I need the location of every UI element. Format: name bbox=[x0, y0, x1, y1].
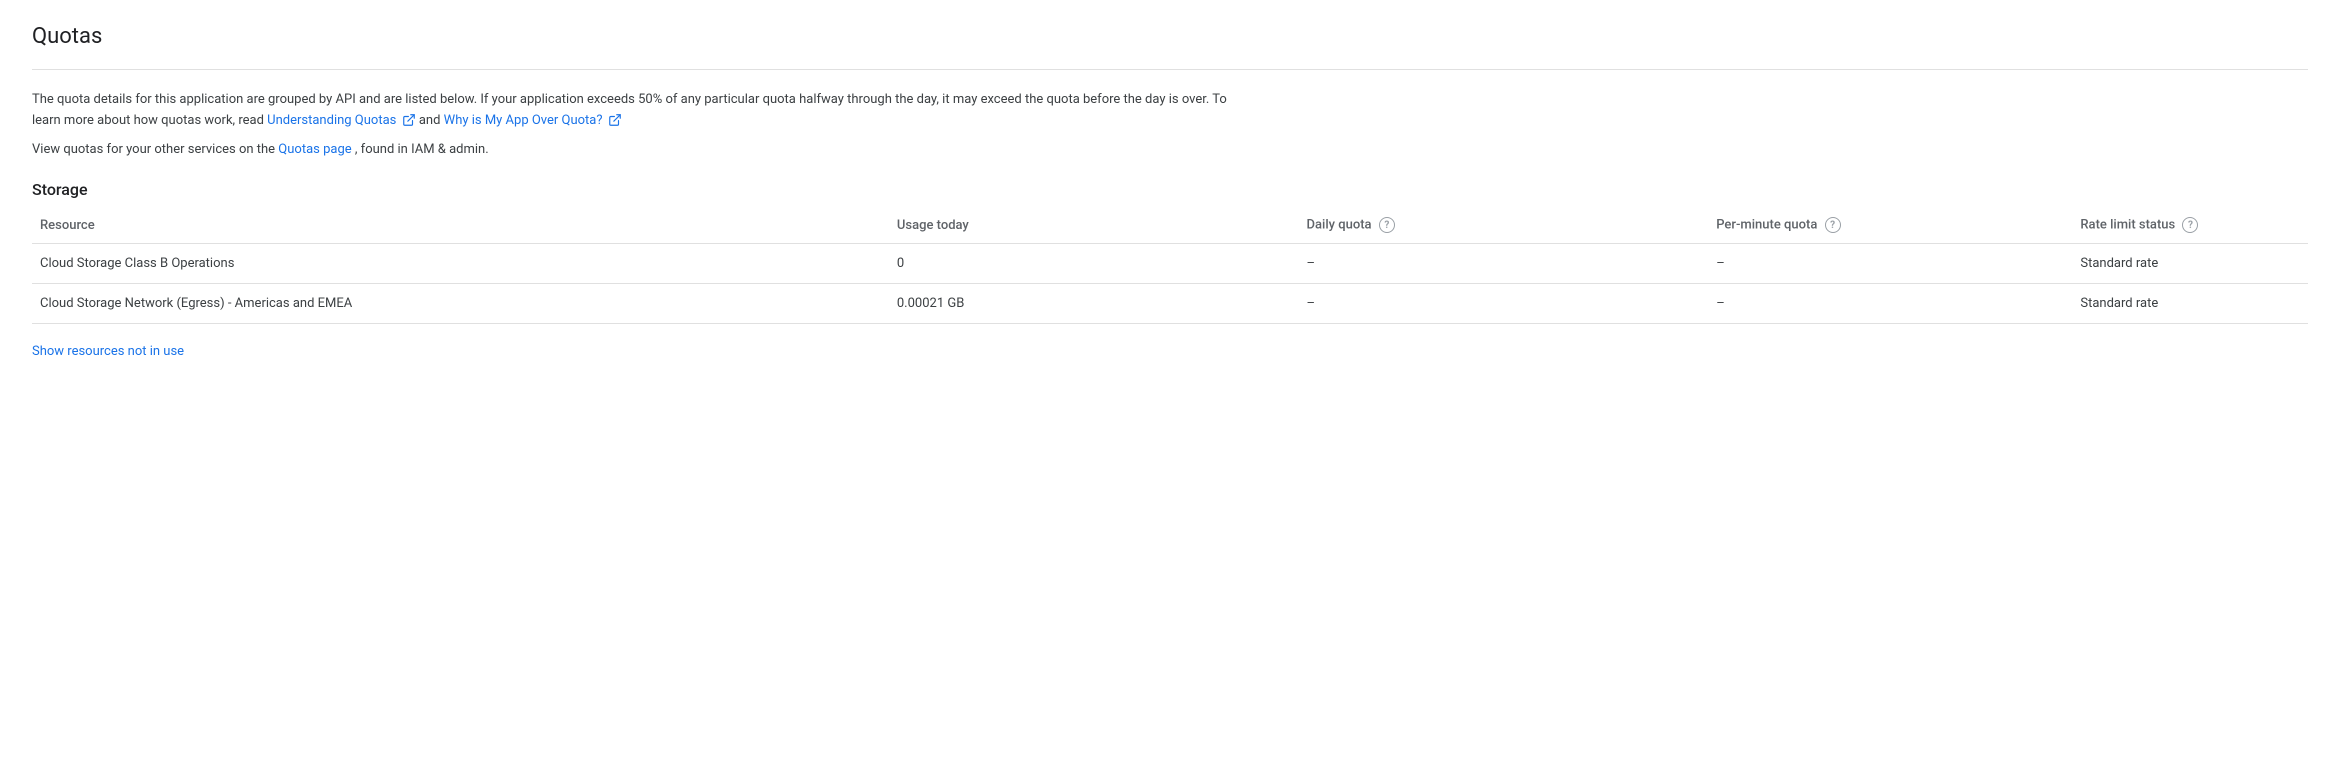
table-cell: Standard rate bbox=[2080, 284, 2308, 324]
col-header-rate-limit-status: Rate limit status ? bbox=[2080, 207, 2308, 244]
table-cell: 0 bbox=[897, 244, 1307, 284]
daily-quota-help-icon[interactable]: ? bbox=[1379, 217, 1395, 233]
over-quota-link[interactable]: Why is My App Over Quota? bbox=[444, 113, 622, 128]
table-cell: – bbox=[1307, 244, 1717, 284]
rate-limit-help-icon[interactable]: ? bbox=[2182, 217, 2198, 233]
quotas-page-link[interactable]: Quotas page bbox=[278, 142, 355, 157]
description-line1: The quota details for this application a… bbox=[32, 90, 1232, 132]
understanding-quotas-link[interactable]: Understanding Quotas bbox=[267, 113, 419, 128]
title-divider bbox=[32, 69, 2308, 70]
table-cell: – bbox=[1716, 284, 2080, 324]
col-header-daily-quota: Daily quota ? bbox=[1307, 207, 1717, 244]
table-row: Cloud Storage Class B Operations0––Stand… bbox=[32, 244, 2308, 284]
show-resources-link[interactable]: Show resources not in use bbox=[32, 344, 184, 359]
table-cell: Cloud Storage Network (Egress) - America… bbox=[32, 284, 897, 324]
table-cell: Standard rate bbox=[2080, 244, 2308, 284]
table-body: Cloud Storage Class B Operations0––Stand… bbox=[32, 244, 2308, 324]
external-link-icon-1 bbox=[402, 113, 416, 127]
col-header-perminute-quota: Per-minute quota ? bbox=[1716, 207, 2080, 244]
table-cell: Cloud Storage Class B Operations bbox=[32, 244, 897, 284]
perminute-quota-help-icon[interactable]: ? bbox=[1825, 217, 1841, 233]
col-header-usage-today: Usage today bbox=[897, 207, 1307, 244]
external-link-icon-2 bbox=[608, 113, 622, 127]
table-cell: – bbox=[1307, 284, 1717, 324]
quotas-table: Resource Usage today Daily quota ? Per-m… bbox=[32, 207, 2308, 324]
col-header-resource: Resource bbox=[32, 207, 897, 244]
page-title: Quotas bbox=[32, 24, 2308, 49]
table-cell: – bbox=[1716, 244, 2080, 284]
storage-section-title: Storage bbox=[32, 180, 2308, 199]
description-line2: View quotas for your other services on t… bbox=[32, 140, 1232, 161]
table-cell: 0.00021 GB bbox=[897, 284, 1307, 324]
table-row: Cloud Storage Network (Egress) - America… bbox=[32, 284, 2308, 324]
table-header-row: Resource Usage today Daily quota ? Per-m… bbox=[32, 207, 2308, 244]
